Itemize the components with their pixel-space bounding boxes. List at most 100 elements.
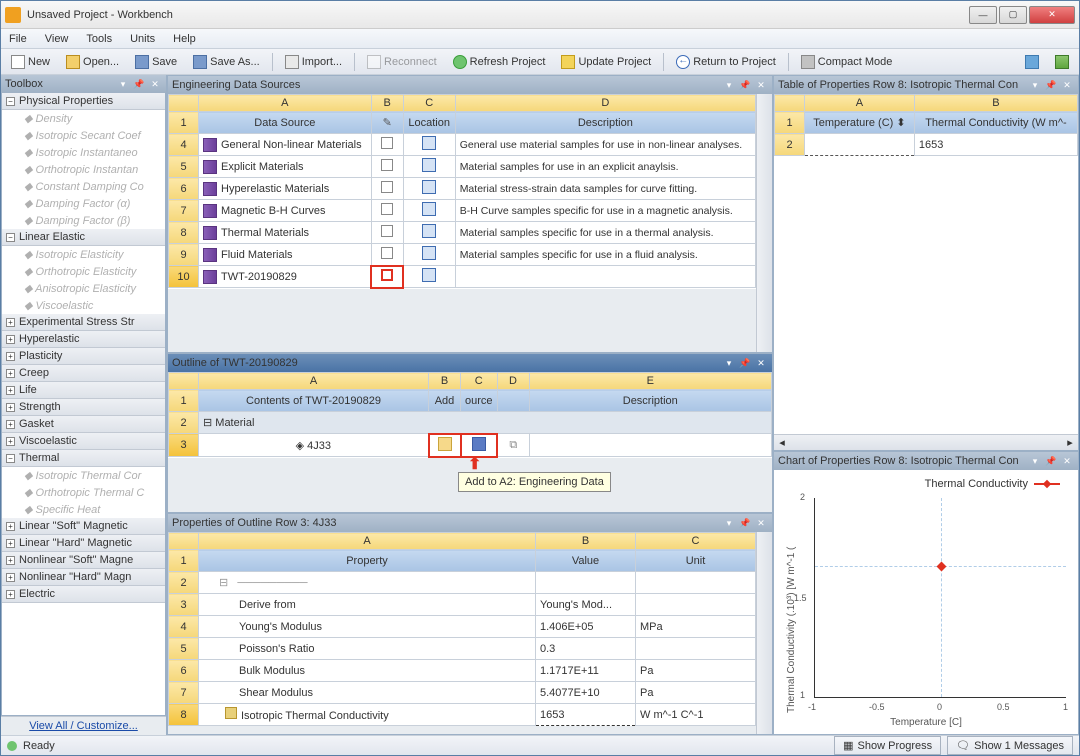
return-button[interactable]: Return to Project <box>672 53 780 71</box>
accordion-header[interactable]: +Linear "Soft" Magnetic <box>2 518 165 535</box>
location-button[interactable] <box>422 202 436 216</box>
pin-icon[interactable]: 📌 <box>738 78 752 92</box>
checkbox[interactable] <box>381 247 393 259</box>
dropdown-icon[interactable]: ▾ <box>1028 454 1042 468</box>
checkbox[interactable] <box>381 159 393 171</box>
location-button[interactable] <box>422 180 436 194</box>
checkbox[interactable] <box>381 269 393 281</box>
show-progress-button[interactable]: ▦ Show Progress <box>834 736 941 755</box>
accordion-header[interactable]: +Nonlinear "Hard" Magn <box>2 569 165 586</box>
table-row[interactable]: 4Young's Modulus1.406E+05MPa <box>169 616 756 638</box>
accordion-item[interactable]: ◆ Constant Damping Co <box>2 178 165 195</box>
new-button[interactable]: New <box>7 53 54 71</box>
scrollbar-horizontal[interactable]: ◂▸ <box>774 434 1078 450</box>
close-pane-icon[interactable]: ✕ <box>1060 454 1074 468</box>
accordion-header[interactable]: −Thermal <box>2 450 165 467</box>
accordion-header[interactable]: +Experimental Stress Str <box>2 314 165 331</box>
menu-view[interactable]: View <box>45 33 69 45</box>
book-icon[interactable] <box>472 437 486 451</box>
eds-table[interactable]: ABCD 1Data SourceLocationDescription 4Ge… <box>168 94 756 289</box>
accordion-header[interactable]: +Gasket <box>2 416 165 433</box>
accordion-header[interactable]: +Life <box>2 382 165 399</box>
checkbox[interactable] <box>381 181 393 193</box>
location-button[interactable] <box>422 246 436 260</box>
accordion-item[interactable]: ◆ Density <box>2 110 165 127</box>
table-row[interactable]: 6Bulk Modulus1.1717E+11Pa <box>169 660 756 682</box>
accordion-item[interactable]: ◆ Damping Factor (β) <box>2 212 165 229</box>
accordion-header[interactable]: +Nonlinear "Soft" Magne <box>2 552 165 569</box>
add-icon[interactable] <box>438 437 452 451</box>
accordion-item[interactable]: ◆ Anisotropic Elasticity <box>2 280 165 297</box>
checkbox[interactable] <box>381 203 393 215</box>
minimize-button[interactable]: — <box>969 6 997 24</box>
reconnect-button[interactable]: Reconnect <box>363 53 441 71</box>
checkbox[interactable] <box>381 137 393 149</box>
accordion-header[interactable]: +Electric <box>2 586 165 603</box>
table-row[interactable]: 9Fluid MaterialsMaterial samples specifi… <box>169 244 756 266</box>
accordion-item[interactable]: ◆ Viscoelastic <box>2 297 165 314</box>
accordion-item[interactable]: ◆ Isotropic Secant Coef <box>2 127 165 144</box>
table-row[interactable]: 21653 <box>775 134 1078 156</box>
save-button[interactable]: Save <box>131 53 181 71</box>
close-pane-icon[interactable]: ✕ <box>1060 78 1074 92</box>
pin-icon[interactable]: 📌 <box>738 516 752 530</box>
location-button[interactable] <box>422 158 436 172</box>
props-table[interactable]: ABC 1PropertyValueUnit 2⊟ ───────── 3Der… <box>168 532 756 726</box>
accordion-item[interactable]: ◆ Orthotropic Thermal C <box>2 484 165 501</box>
pin-icon[interactable]: 📌 <box>738 356 752 370</box>
table-row[interactable]: 2⊟ Material <box>169 412 772 434</box>
accordion-item[interactable]: ◆ Isotropic Instantaneo <box>2 144 165 161</box>
pin-icon[interactable]: 📌 <box>1044 454 1058 468</box>
table-row[interactable]: 8Isotropic Thermal Conductivity1653W m^-… <box>169 704 756 726</box>
accordion-item[interactable]: ◆ Orthotropic Instantan <box>2 161 165 178</box>
location-button[interactable] <box>422 136 436 150</box>
refresh-button[interactable]: Refresh Project <box>449 53 550 71</box>
dropdown-icon[interactable]: ▾ <box>722 78 736 92</box>
table-row[interactable]: 5Poisson's Ratio0.3 <box>169 638 756 660</box>
table-row[interactable]: 4General Non-linear MaterialsGeneral use… <box>169 134 756 156</box>
dropdown-icon[interactable]: ▾ <box>1028 78 1042 92</box>
pin-icon[interactable]: 📌 <box>132 77 146 91</box>
table-row[interactable]: 8Thermal MaterialsMaterial samples speci… <box>169 222 756 244</box>
close-pane-icon[interactable]: ✕ <box>754 356 768 370</box>
scrollbar-vertical[interactable] <box>756 532 772 734</box>
close-button[interactable]: ✕ <box>1029 6 1075 24</box>
open-button[interactable]: Open... <box>62 53 123 71</box>
location-button[interactable] <box>422 268 436 282</box>
dropdown-icon[interactable]: ▾ <box>722 516 736 530</box>
table-row[interactable]: 10TWT-20190829 <box>169 266 756 288</box>
table-row[interactable]: 7Magnetic B-H CurvesB-H Curve samples sp… <box>169 200 756 222</box>
accordion-item[interactable]: ◆ Damping Factor (α) <box>2 195 165 212</box>
location-button[interactable] <box>422 224 436 238</box>
menu-units[interactable]: Units <box>130 33 155 45</box>
accordion-header[interactable]: +Strength <box>2 399 165 416</box>
view-all-link[interactable]: View All / Customize... <box>1 716 166 735</box>
close-pane-icon[interactable]: ✕ <box>754 78 768 92</box>
table-row[interactable]: 5Explicit MaterialsMaterial samples for … <box>169 156 756 178</box>
dropdown-icon[interactable]: ▾ <box>722 356 736 370</box>
table-row[interactable]: 7Shear Modulus5.4077E+10Pa <box>169 682 756 704</box>
menu-help[interactable]: Help <box>173 33 196 45</box>
accordion-item[interactable]: ◆ Isotropic Thermal Cor <box>2 467 165 484</box>
accordion-header[interactable]: −Linear Elastic <box>2 229 165 246</box>
scrollbar-vertical[interactable] <box>756 94 772 352</box>
accordion-header[interactable]: +Linear "Hard" Magnetic <box>2 535 165 552</box>
import-button[interactable]: Import... <box>281 53 346 71</box>
table-row[interactable]: 6Hyperelastic MaterialsMaterial stress-s… <box>169 178 756 200</box>
dropdown-icon[interactable]: ▾ <box>116 77 130 91</box>
prop-table[interactable]: AB 1Temperature (C) ⬍Thermal Conductivit… <box>774 94 1078 156</box>
saveas-button[interactable]: Save As... <box>189 53 264 71</box>
accordion-item[interactable]: ◆ Orthotropic Elasticity <box>2 263 165 280</box>
accordion-item[interactable]: ◆ Specific Heat <box>2 501 165 518</box>
table-row[interactable]: 3Derive fromYoung's Mod... <box>169 594 756 616</box>
pin-icon[interactable]: 📌 <box>1044 78 1058 92</box>
close-pane-icon[interactable]: ✕ <box>148 77 162 91</box>
update-button[interactable]: Update Project <box>557 53 655 71</box>
accordion-item[interactable]: ◆ Isotropic Elasticity <box>2 246 165 263</box>
menu-tools[interactable]: Tools <box>86 33 112 45</box>
accordion-header[interactable]: +Viscoelastic <box>2 433 165 450</box>
compact-button[interactable]: Compact Mode <box>797 53 897 71</box>
accordion-header[interactable]: +Plasticity <box>2 348 165 365</box>
eng-data-button[interactable] <box>1051 53 1073 71</box>
checkbox[interactable] <box>381 225 393 237</box>
